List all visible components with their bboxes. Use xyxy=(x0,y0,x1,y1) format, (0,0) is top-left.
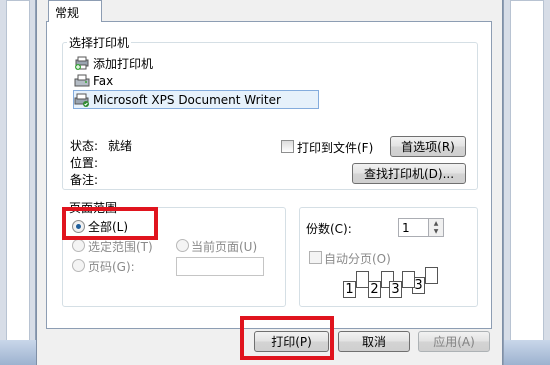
background-document xyxy=(6,0,30,345)
collate-page-back xyxy=(425,267,438,284)
print-to-file-label: 打印到文件(F) xyxy=(297,141,374,155)
printer-item-label: 添加打印机 xyxy=(93,56,154,71)
background-window-right xyxy=(503,0,550,365)
copies-input[interactable]: 1 xyxy=(398,218,429,237)
annotation-highlight-print xyxy=(240,316,334,360)
range-selection-label: 选定范围(T) xyxy=(88,240,153,254)
collate-checkbox[interactable] xyxy=(309,251,322,264)
spin-up-icon[interactable]: ▲ xyxy=(429,219,443,227)
range-pages-label: 页码(G): xyxy=(88,260,135,274)
background-document xyxy=(510,0,544,345)
select-printer-title: 选择打印机 xyxy=(67,34,132,51)
preferences-button[interactable]: 首选项(R) xyxy=(390,136,466,157)
range-current-page-label: 当前页面(U) xyxy=(191,240,258,254)
add-printer-icon xyxy=(74,56,90,70)
collate-page-1: 1 xyxy=(343,281,356,298)
range-selection-radio[interactable] xyxy=(72,239,85,252)
fax-printer-icon xyxy=(74,74,90,88)
location-label: 位置: xyxy=(70,156,99,170)
background-window-frame xyxy=(504,340,550,365)
background-window-left xyxy=(0,0,36,365)
apply-button[interactable]: 应用(A) xyxy=(418,331,490,352)
copies-spinner[interactable]: ▲ ▼ xyxy=(428,218,444,237)
printer-item-add[interactable]: 添加打印机 xyxy=(74,54,153,72)
cancel-button[interactable]: 取消 xyxy=(338,331,410,352)
range-current-page-radio[interactable] xyxy=(176,239,189,252)
annotation-highlight-all xyxy=(62,207,158,240)
status-label: 状态: xyxy=(70,139,99,153)
page-numbers-input[interactable] xyxy=(176,257,264,276)
printer-item-label: Microsoft XPS Document Writer xyxy=(93,93,281,107)
comment-label: 备注: xyxy=(70,173,99,187)
range-pages-radio[interactable] xyxy=(72,259,85,272)
collate-page-back xyxy=(402,271,415,288)
collate-page-3b: 3 xyxy=(389,281,402,298)
tab-general[interactable]: 常规 xyxy=(48,0,102,22)
copies-label: 份数(C): xyxy=(306,222,352,236)
print-to-file-checkbox[interactable] xyxy=(281,140,294,153)
collate-page-2: 2 xyxy=(368,281,381,298)
collate-label: 自动分页(O) xyxy=(324,252,391,266)
printer-item-fax[interactable]: Fax xyxy=(74,72,113,90)
printer-item-xps[interactable]: Microsoft XPS Document Writer xyxy=(74,91,281,109)
printer-item-label: Fax xyxy=(93,74,114,88)
background-window-frame xyxy=(0,340,36,365)
find-printer-button[interactable]: 查找打印机(D)... xyxy=(352,163,466,184)
xps-printer-icon xyxy=(74,93,90,107)
status-value: 就绪 xyxy=(108,139,133,153)
spin-down-icon[interactable]: ▼ xyxy=(429,227,443,235)
